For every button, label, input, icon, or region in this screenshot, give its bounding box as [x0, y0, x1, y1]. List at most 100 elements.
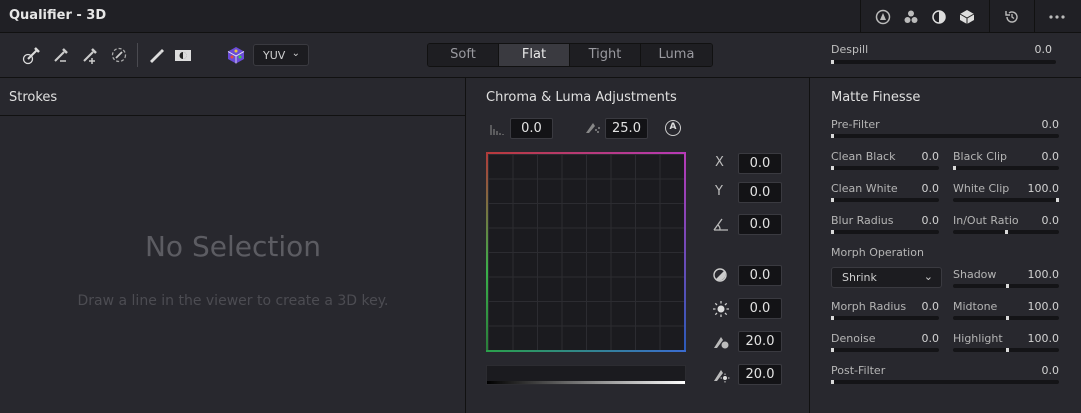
morph-radius-slider[interactable]: [831, 316, 939, 320]
midtone-knob[interactable]: [1006, 316, 1009, 320]
white-clip-knob[interactable]: [1056, 198, 1059, 202]
in-out-ratio-slider[interactable]: [953, 230, 1059, 234]
denoise-knob[interactable]: [831, 348, 834, 352]
reset-icon[interactable]: [1002, 7, 1022, 27]
black-clip-label: Black Clip: [953, 150, 1008, 163]
despill-slider-knob[interactable]: [831, 60, 834, 64]
pre-filter-value[interactable]: 0.0: [1021, 118, 1060, 131]
pre-filter-label: Pre-Filter: [831, 118, 880, 131]
post-filter-value[interactable]: 0.0: [1021, 364, 1060, 377]
highlight-icon[interactable]: [172, 44, 194, 66]
rotation-value-field[interactable]: 0.0: [738, 214, 782, 235]
low-soft-icon: [712, 333, 730, 351]
eyedropper-plus-icon[interactable]: [79, 44, 101, 66]
strokes-panel: Strokes No Selection Draw a line in the …: [0, 78, 466, 413]
cube-icon[interactable]: [957, 7, 977, 27]
midtone-slider[interactable]: [953, 316, 1059, 320]
color-cube-icon[interactable]: [225, 44, 247, 66]
mode-flat[interactable]: Flat: [499, 44, 570, 66]
more-icon[interactable]: [1047, 7, 1067, 27]
white-clip-label: White Clip: [953, 182, 1010, 195]
highlight-label: Highlight: [953, 332, 1003, 345]
black-clip-slider[interactable]: [953, 166, 1059, 170]
clean-black-slider[interactable]: [831, 166, 939, 170]
midtone-value[interactable]: 100.0: [1021, 300, 1060, 313]
blur-radius-value[interactable]: 0.0: [909, 214, 940, 227]
qualifier-3d-icon[interactable]: [873, 7, 893, 27]
rotation-icon: [712, 216, 730, 234]
luma-range-bar[interactable]: [486, 365, 686, 385]
y-value-field[interactable]: 0.0: [738, 182, 782, 203]
highlight-knob[interactable]: [1006, 348, 1009, 352]
histogram-icon: [489, 121, 507, 139]
blur-radius-knob[interactable]: [831, 230, 834, 234]
eyedropper-feather-icon[interactable]: [108, 44, 130, 66]
clean-white-slider[interactable]: [831, 198, 939, 202]
clean-black-knob[interactable]: [831, 166, 834, 170]
softness-icon: [584, 120, 602, 138]
contrast-value-field[interactable]: 0.0: [738, 265, 782, 286]
post-filter-slider[interactable]: [831, 380, 1059, 384]
matte-finesse-title: Matte Finesse: [831, 90, 921, 105]
x-value-field[interactable]: 0.0: [738, 153, 782, 174]
clean-black-value[interactable]: 0.0: [909, 150, 940, 163]
title-bar: Qualifier - 3D: [0, 0, 1081, 33]
denoise-slider[interactable]: [831, 348, 939, 352]
black-clip-value[interactable]: 0.0: [1021, 150, 1060, 163]
highlight-value[interactable]: 100.0: [1021, 332, 1060, 345]
white-clip-value[interactable]: 100.0: [1021, 182, 1060, 195]
strokes-title: Strokes: [0, 78, 465, 116]
clean-black-label: Clean Black: [831, 150, 896, 163]
half-circle-icon[interactable]: [929, 7, 949, 27]
clean-white-label: Clean White: [831, 182, 898, 195]
morph-radius-value[interactable]: 0.0: [909, 300, 940, 313]
black-clip-knob[interactable]: [953, 166, 956, 170]
chroma-luma-panel: Chroma & Luma Adjustments 0.0 25.0 A X 0…: [467, 78, 810, 413]
blur-radius-label: Blur Radius: [831, 214, 894, 227]
mode-tight[interactable]: Tight: [570, 44, 641, 66]
softness-value-field[interactable]: 25.0: [605, 118, 648, 139]
white-clip-slider[interactable]: [953, 198, 1059, 202]
y-axis-label: Y: [715, 184, 723, 199]
shadow-value[interactable]: 100.0: [1021, 268, 1060, 281]
no-selection-hint: Draw a line in the viewer to create a 3D…: [77, 293, 389, 309]
highlight-slider[interactable]: [953, 348, 1059, 352]
despill-value[interactable]: 0.0: [1010, 43, 1053, 56]
eyedropper-minus-icon[interactable]: [50, 44, 72, 66]
auto-toggle-button[interactable]: A: [665, 120, 681, 136]
clean-white-value[interactable]: 0.0: [909, 182, 940, 195]
despill-slider[interactable]: [831, 60, 1056, 64]
post-filter-label: Post-Filter: [831, 364, 886, 377]
pre-filter-slider[interactable]: [831, 134, 1059, 138]
no-selection-title: No Selection: [144, 230, 321, 263]
colorspace-select[interactable]: YUV ⌄: [253, 44, 309, 66]
mode-soft[interactable]: Soft: [428, 44, 499, 66]
shadow-knob[interactable]: [1006, 284, 1009, 288]
pre-filter-knob[interactable]: [831, 134, 834, 138]
contrast-icon: [712, 267, 730, 285]
denoise-value[interactable]: 0.0: [909, 332, 940, 345]
histogram-value-field[interactable]: 0.0: [510, 118, 553, 139]
morph-radius-knob[interactable]: [831, 316, 834, 320]
in-out-ratio-label: In/Out Ratio: [953, 214, 1019, 227]
blur-radius-slider[interactable]: [831, 230, 939, 234]
shadow-slider[interactable]: [953, 284, 1059, 288]
midtone-label: Midtone: [953, 300, 998, 313]
post-filter-knob[interactable]: [831, 380, 834, 384]
denoise-label: Denoise: [831, 332, 876, 345]
color-dots-icon[interactable]: [901, 7, 921, 27]
qualifier-mode-segmented: Soft Flat Tight Luma: [427, 43, 713, 67]
low-soft-value-field[interactable]: 20.0: [738, 331, 782, 352]
high-soft-value-field[interactable]: 20.0: [738, 364, 782, 385]
mode-luma[interactable]: Luma: [641, 44, 712, 66]
eyedropper-icon[interactable]: [21, 44, 43, 66]
morph-operation-select[interactable]: Shrink ⌄: [831, 267, 942, 288]
chevron-down-icon: ⌄: [291, 48, 300, 59]
brightness-value-field[interactable]: 0.0: [738, 298, 782, 319]
morph-operation-label: Morph Operation: [831, 246, 924, 259]
in-out-ratio-knob[interactable]: [1005, 230, 1008, 234]
clean-white-knob[interactable]: [831, 198, 834, 202]
in-out-ratio-value[interactable]: 0.0: [1021, 214, 1060, 227]
pen-icon[interactable]: [145, 44, 167, 66]
chroma-plot[interactable]: [486, 152, 686, 352]
